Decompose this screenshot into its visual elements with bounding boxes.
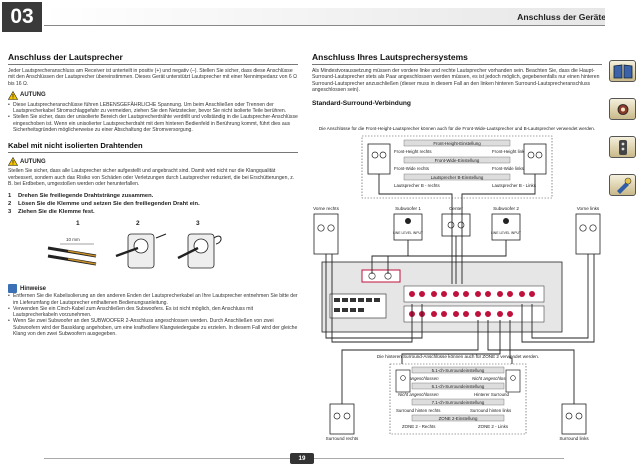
hints-label: Hinweise — [20, 285, 47, 292]
warning-label-2: AUTUNG — [20, 158, 46, 165]
svg-text:ZONE 2 - Rechts: ZONE 2 - Rechts — [402, 424, 436, 429]
svg-text:Lautsprecher B - Links: Lautsprecher B - Links — [492, 183, 537, 188]
warning-heading: ! AUTUNG — [8, 90, 298, 100]
svg-text:Surround hinten links: Surround hinten links — [470, 408, 512, 413]
remote-icon[interactable] — [609, 136, 636, 158]
left-column: Anschluss der Lautsprecher Jeder Lautspr… — [8, 52, 298, 337]
warning-icon: ! — [8, 90, 18, 100]
terminal-tightened-figure — [177, 233, 222, 269]
subwoofer1-label: Subwoofer 1 — [395, 206, 421, 211]
list-item: Stellen Sie sicher, dass der unisolierte… — [8, 114, 298, 133]
list-item: Diese Lautsprecheranschlüsse führen LEBE… — [8, 102, 298, 115]
section-title-system: Anschluss Ihres Lautsprechersystems — [312, 52, 602, 65]
svg-text:!: ! — [12, 94, 14, 99]
fig-dimension: 10 mm — [66, 237, 80, 242]
note-icon — [8, 284, 17, 294]
list-item: Verwenden Sie ein Cinch-Kabel zum Anschl… — [8, 306, 298, 319]
svg-text:ZONE 2-Einstellung: ZONE 2-Einstellung — [439, 416, 478, 421]
fig-label-2: 2 — [136, 220, 140, 227]
front-right-label: Vorne rechts — [313, 206, 339, 211]
svg-text:!: ! — [12, 161, 14, 166]
fig-label-1: 1 — [76, 220, 80, 227]
warning-label: AUTUNG — [20, 92, 46, 99]
chapter-number: 03 — [2, 2, 42, 32]
list-item: Entfernen Sie die Kabelisolierung an den… — [8, 293, 298, 306]
steps-list: 1 Drehen Sie freiliegende Drahtstränge zu… — [8, 192, 298, 216]
hints-list: Entfernen Sie die Kabelisolierung an den… — [8, 293, 298, 337]
page-number: 19 — [290, 453, 314, 464]
subwoofer1-unit: LINE LEVEL INPUT — [393, 213, 423, 241]
settings-icon[interactable] — [609, 98, 636, 120]
step-item: 3 Ziehen Sie die Klemme fest. — [8, 209, 95, 216]
hints-heading: Hinweise — [8, 284, 298, 294]
svg-text:Hinterer Surround: Hinterer Surround — [474, 392, 509, 397]
warning-icon: ! — [8, 157, 18, 166]
book-icon[interactable] — [609, 60, 636, 82]
wiring-diagram: Die Anschlüsse für die Front-Height-Laut… — [313, 126, 601, 441]
bottom-note: Die hinteren Surround-Anschlüsse können … — [377, 354, 539, 359]
svg-text:Lautsprecher B - rechts: Lautsprecher B - rechts — [394, 183, 440, 188]
receiver-back-panel — [321, 261, 563, 333]
standard-connection-title: Standard-Surround-Verbindung — [312, 100, 411, 108]
warning-heading-2: ! AUTUNG — [8, 157, 298, 166]
svg-text:Front-Height links: Front-Height links — [492, 149, 527, 154]
svg-text:LINE LEVEL INPUT: LINE LEVEL INPUT — [491, 231, 521, 235]
tools-icon[interactable] — [609, 174, 636, 196]
svg-text:7.1-ch-Surroundeinstellung: 7.1-ch-Surroundeinstellung — [432, 400, 485, 405]
front-left-label: Vorne links — [577, 206, 600, 211]
svg-text:ZONE 2 - Links: ZONE 2 - Links — [478, 424, 509, 429]
chapter-title: Anschluss der Geräte — [517, 12, 606, 22]
bottom-settings-table: 5.1-ch-Surroundeinstellung Nicht angesch… — [396, 366, 513, 429]
svg-text:Lautsprecher B-Einstellung: Lautsprecher B-Einstellung — [431, 175, 484, 180]
subwoofer2-unit: LINE LEVEL INPUT — [491, 213, 521, 241]
top-settings-table: Front-Height-Einstellung Front-Height re… — [394, 139, 537, 188]
manual-page: 03 Anschluss der Geräte Anschluss der La… — [0, 0, 640, 475]
svg-text:LINE LEVEL INPUT: LINE LEVEL INPUT — [393, 231, 423, 235]
warning-list: Diese Lautsprecheranschlüsse führen LEBE… — [8, 102, 298, 133]
surround-right-label: Surround rechts — [326, 436, 359, 441]
svg-text:Front-Wide-Einstellung: Front-Wide-Einstellung — [435, 158, 480, 163]
svg-text:Front-Wide links: Front-Wide links — [492, 166, 525, 171]
list-item: Wenn Sie zwei Subwoofer an den SUBWOOFER… — [8, 318, 298, 337]
section-title-speakers: Anschluss der Lautsprecher — [8, 52, 298, 65]
front-right-speaker — [313, 213, 339, 255]
svg-text:Front-Height rechts: Front-Height rechts — [394, 149, 432, 154]
warning2-text: Stellen Sie sicher, dass alle Lautsprech… — [8, 168, 295, 187]
fig-label-3: 3 — [196, 220, 200, 227]
step-item: 1 Drehen Sie freiliegende Drahtstränge zu… — [8, 193, 154, 200]
surround-back-left-speaker — [505, 369, 521, 393]
subwoofer2-label: Subwoofer 2 — [493, 206, 519, 211]
surround-left-speaker — [561, 403, 587, 435]
center-label: Center — [449, 206, 463, 211]
terminal-figure — [115, 233, 167, 269]
surround-left-label: Surround links — [559, 436, 589, 441]
step-item: 2 Lösen Sie die Klemme und setzen Sie den… — [8, 201, 200, 208]
front-height-left-speaker — [523, 143, 547, 175]
svg-text:5.1-ch-Surroundeinstellung: 5.1-ch-Surroundeinstellung — [432, 368, 485, 373]
bare-wire-figure: 10 mm — [47, 237, 97, 266]
center-speaker — [441, 213, 471, 237]
svg-text:Surround hinten rechts: Surround hinten rechts — [396, 408, 441, 413]
svg-text:Nicht angeschlossen: Nicht angeschlossen — [398, 392, 439, 397]
svg-text:Front-Wide rechts: Front-Wide rechts — [394, 166, 430, 171]
front-height-right-speaker — [367, 143, 391, 175]
system-intro: Als Mindestvoraussetzung müssen der vord… — [312, 68, 600, 93]
section-title-bare-wire: Kabel mit nicht isolierten Drahtenden — [8, 141, 298, 154]
front-left-speaker — [575, 213, 601, 255]
wire-illustration: 1 2 3 10 mm — [47, 220, 222, 269]
svg-text:6.1-ch-Surroundeinstellung: 6.1-ch-Surroundeinstellung — [432, 384, 485, 389]
top-note: Die Anschlüsse für die Front-Height-Laut… — [319, 126, 595, 131]
right-column: Anschluss Ihres Lautsprechersystems Als … — [312, 52, 602, 107]
surround-back-right-speaker — [395, 369, 411, 393]
surround-right-speaker — [329, 403, 355, 435]
speakers-intro: Jeder Lautsprecheranschluss am Receiver … — [8, 68, 297, 87]
svg-text:Front-Height-Einstellung: Front-Height-Einstellung — [433, 141, 481, 146]
